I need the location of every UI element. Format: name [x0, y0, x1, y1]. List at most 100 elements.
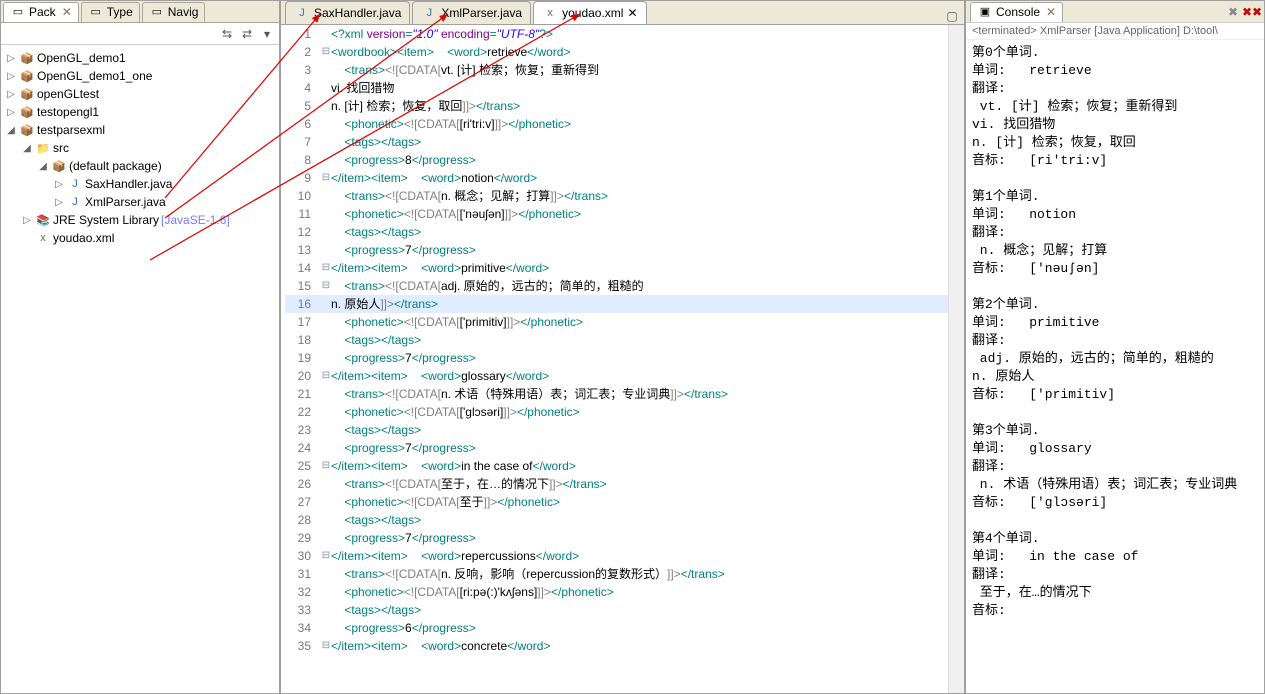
fold-toggle-icon[interactable]	[321, 619, 331, 637]
fold-toggle-icon[interactable]	[321, 331, 331, 349]
fold-toggle-icon[interactable]	[321, 439, 331, 457]
code-line[interactable]: 31 <trans><![CDATA[n. 反响，影响（repercussion…	[285, 565, 948, 583]
close-icon[interactable]: ✕	[627, 6, 637, 20]
left-tab-type[interactable]: ▭Type	[81, 2, 140, 22]
close-icon[interactable]: ✕	[1046, 5, 1056, 19]
console-output[interactable]: 第0个单词. 单词: retrieve 翻译: vt. [计] 检索；恢复；重新…	[966, 40, 1264, 693]
fold-toggle-icon[interactable]	[321, 529, 331, 547]
fold-toggle-icon[interactable]	[321, 601, 331, 619]
expand-toggle-icon[interactable]: ▷	[5, 107, 17, 118]
project-tree[interactable]: ▷📦OpenGL_demo1▷📦OpenGL_demo1_one▷📦openGL…	[1, 45, 279, 693]
expand-toggle-icon[interactable]: ▷	[53, 179, 65, 190]
code-line[interactable]: 29 <progress>7</progress>	[285, 529, 948, 547]
fold-toggle-icon[interactable]: ⊟	[321, 637, 331, 655]
link-editor-icon[interactable]: ⇄	[239, 26, 255, 42]
fold-toggle-icon[interactable]	[321, 403, 331, 421]
tree-item[interactable]: ▷JSaxHandler.java	[1, 175, 279, 193]
editor-tab[interactable]: JXmlParser.java	[412, 1, 531, 24]
expand-toggle-icon[interactable]: ▷	[21, 215, 33, 226]
code-line[interactable]: 28 <tags></tags>	[285, 511, 948, 529]
code-line[interactable]: 13 <progress>7</progress>	[285, 241, 948, 259]
fold-toggle-icon[interactable]	[321, 97, 331, 115]
fold-toggle-icon[interactable]	[321, 115, 331, 133]
code-line[interactable]: 25⊟</item><item> <word>in the case of</w…	[285, 457, 948, 475]
fold-toggle-icon[interactable]	[321, 151, 331, 169]
vertical-scrollbar[interactable]	[948, 25, 964, 693]
code-line[interactable]: 18 <tags></tags>	[285, 331, 948, 349]
expand-toggle-icon[interactable]: ▷	[5, 53, 17, 64]
code-line[interactable]: 12 <tags></tags>	[285, 223, 948, 241]
code-line[interactable]: 7 <tags></tags>	[285, 133, 948, 151]
fold-toggle-icon[interactable]: ⊟	[321, 367, 331, 385]
tree-item[interactable]: ◢📁src	[1, 139, 279, 157]
fold-toggle-icon[interactable]	[321, 133, 331, 151]
code-line[interactable]: 22 <phonetic><![CDATA[['glɔsəri]]]></pho…	[285, 403, 948, 421]
fold-toggle-icon[interactable]	[321, 493, 331, 511]
code-line[interactable]: 1<?xml version="1.0" encoding="UTF-8"?>	[285, 25, 948, 43]
code-body[interactable]: 1<?xml version="1.0" encoding="UTF-8"?>2…	[281, 25, 948, 693]
tree-item[interactable]: ▷📦OpenGL_demo1	[1, 49, 279, 67]
code-line[interactable]: 34 <progress>6</progress>	[285, 619, 948, 637]
close-icon[interactable]: ✕	[62, 5, 72, 19]
fold-toggle-icon[interactable]	[321, 25, 331, 43]
remove-all-icon[interactable]: ✖✖	[1244, 4, 1260, 20]
code-line[interactable]: 9⊟</item><item> <word>notion</word>	[285, 169, 948, 187]
remove-launch-icon[interactable]: ✖	[1225, 4, 1241, 20]
view-menu-icon[interactable]: ▾	[259, 26, 275, 42]
code-line[interactable]: 23 <tags></tags>	[285, 421, 948, 439]
fold-toggle-icon[interactable]	[321, 475, 331, 493]
expand-toggle-icon[interactable]: ▷	[53, 197, 65, 208]
left-tab-pack[interactable]: ▭Pack✕	[3, 2, 79, 22]
fold-toggle-icon[interactable]	[321, 295, 331, 313]
fold-toggle-icon[interactable]	[321, 79, 331, 97]
collapse-all-icon[interactable]: ⇆	[219, 26, 235, 42]
editor-tab[interactable]: xyoudao.xml✕	[533, 1, 646, 24]
fold-toggle-icon[interactable]	[321, 187, 331, 205]
fold-toggle-icon[interactable]	[321, 205, 331, 223]
expand-toggle-icon[interactable]: ◢	[37, 161, 49, 172]
expand-toggle-icon[interactable]: ▷	[5, 89, 17, 100]
left-tab-navig[interactable]: ▭Navig	[142, 2, 206, 22]
editor-tab[interactable]: JSaxHandler.java	[285, 1, 410, 24]
code-line[interactable]: 10 <trans><![CDATA[n. 概念；见解；打算]]></trans…	[285, 187, 948, 205]
fold-toggle-icon[interactable]	[321, 565, 331, 583]
console-tab[interactable]: ▣ Console ✕	[970, 2, 1063, 22]
fold-toggle-icon[interactable]	[321, 61, 331, 79]
code-line[interactable]: 27 <phonetic><![CDATA[至于]]></phonetic>	[285, 493, 948, 511]
code-line[interactable]: 17 <phonetic><![CDATA[['primitiv]]]></ph…	[285, 313, 948, 331]
code-line[interactable]: 21 <trans><![CDATA[n. 术语（特殊用语）表；词汇表；专业词典…	[285, 385, 948, 403]
fold-toggle-icon[interactable]	[321, 223, 331, 241]
code-line[interactable]: 8 <progress>8</progress>	[285, 151, 948, 169]
code-line[interactable]: 2⊟<wordbook><item> <word>retrieve</word>	[285, 43, 948, 61]
fold-toggle-icon[interactable]: ⊟	[321, 457, 331, 475]
fold-toggle-icon[interactable]	[321, 385, 331, 403]
code-line[interactable]: 19 <progress>7</progress>	[285, 349, 948, 367]
code-line[interactable]: 30⊟</item><item> <word>repercussions</wo…	[285, 547, 948, 565]
fold-toggle-icon[interactable]	[321, 421, 331, 439]
maximize-icon[interactable]: ▢	[944, 8, 960, 24]
expand-toggle-icon[interactable]: ▷	[5, 71, 17, 82]
tree-item[interactable]: ▷📦OpenGL_demo1_one	[1, 67, 279, 85]
fold-toggle-icon[interactable]	[321, 313, 331, 331]
tree-item[interactable]: ▷📦testopengl1	[1, 103, 279, 121]
fold-toggle-icon[interactable]: ⊟	[321, 259, 331, 277]
code-line[interactable]: 5n. [计] 检索；恢复，取回]]></trans>	[285, 97, 948, 115]
code-line[interactable]: 26 <trans><![CDATA[至于，在…的情况下]]></trans>	[285, 475, 948, 493]
code-line[interactable]: 11 <phonetic><![CDATA[['nəuʃən]]]></phon…	[285, 205, 948, 223]
code-line[interactable]: 32 <phonetic><![CDATA[[ri:pə(:)'kʌʃəns]]…	[285, 583, 948, 601]
code-line[interactable]: 33 <tags></tags>	[285, 601, 948, 619]
fold-toggle-icon[interactable]	[321, 511, 331, 529]
code-line[interactable]: 15⊟ <trans><![CDATA[adj. 原始的，远古的；简单的，粗糙的	[285, 277, 948, 295]
fold-toggle-icon[interactable]: ⊟	[321, 547, 331, 565]
tree-item[interactable]: ◢📦testparsexml	[1, 121, 279, 139]
code-line[interactable]: 4vi. 找回猎物	[285, 79, 948, 97]
code-line[interactable]: 16n. 原始人]]></trans>	[285, 295, 948, 313]
code-line[interactable]: 3 <trans><![CDATA[vt. [计] 检索；恢复；重新得到	[285, 61, 948, 79]
tree-item[interactable]: xyoudao.xml	[1, 229, 279, 247]
code-line[interactable]: 24 <progress>7</progress>	[285, 439, 948, 457]
code-line[interactable]: 35⊟</item><item> <word>concrete</word>	[285, 637, 948, 655]
code-line[interactable]: 14⊟</item><item> <word>primitive</word>	[285, 259, 948, 277]
fold-toggle-icon[interactable]: ⊟	[321, 277, 331, 295]
fold-toggle-icon[interactable]	[321, 349, 331, 367]
fold-toggle-icon[interactable]	[321, 241, 331, 259]
